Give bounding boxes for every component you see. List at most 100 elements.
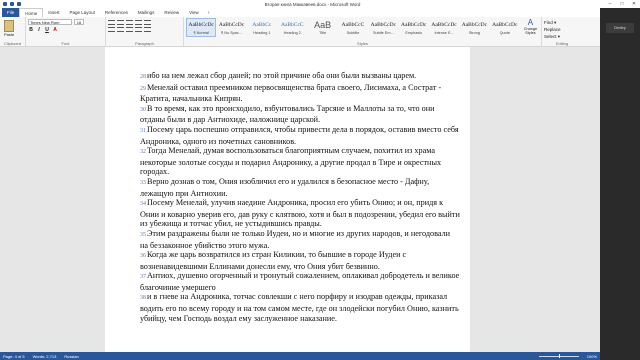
paste-button[interactable]: Paste [4, 32, 23, 37]
style-quote[interactable]: AaBbCcDc Quote [490, 18, 520, 37]
maximize-button[interactable]: □ [616, 1, 628, 7]
verse-36: 36Когда же царь возвратился из стран Кил… [140, 250, 460, 271]
verse-number: 30 [140, 106, 146, 113]
tab-page-layout[interactable]: Page Layout [65, 8, 100, 17]
style-preview: AaBbCcDc [431, 22, 457, 28]
verse-number: 31 [140, 127, 146, 134]
style-name: Title [319, 31, 327, 35]
tab-home[interactable]: Home [19, 8, 44, 17]
style-strong[interactable]: AaBbCcDc Strong [459, 18, 489, 37]
undo-icon[interactable] [10, 2, 14, 6]
zoom-level[interactable]: 100% [587, 354, 597, 359]
clipboard-group: Paste Clipboard [0, 17, 26, 47]
style-heading-1[interactable]: AaBbCc Heading 1 [247, 18, 277, 37]
multilevel-icon[interactable] [126, 20, 133, 25]
close-button[interactable]: ✕ [628, 1, 640, 7]
minimize-button[interactable]: – [604, 1, 616, 7]
style-preview: AaB [314, 20, 332, 30]
verse-number: 35 [140, 231, 146, 238]
verse-number: 33 [140, 179, 146, 186]
align-left-icon[interactable] [108, 27, 115, 32]
paragraph-group-label: Paragraph [135, 41, 154, 46]
verse-37: 37Антиох, душевно огорченный и тронутый … [140, 271, 460, 292]
font-color-button[interactable]: A [52, 27, 58, 33]
style-title[interactable]: AaB Title [307, 18, 337, 37]
word-count[interactable]: Words: 2,713 [33, 354, 57, 359]
verse-text: В то время, как это происходило, взбунто… [140, 103, 435, 125]
verse-number: 29 [140, 85, 146, 92]
style-subtle-emphasis[interactable]: AaBbCcDc Subtle Em... [368, 18, 398, 37]
tab-view[interactable]: View [184, 8, 204, 17]
user-name: Dmitry [606, 23, 634, 33]
style-name: Subtitle [346, 31, 360, 35]
verse-text: Верно дознав о том, Ония изобличил его и… [140, 176, 430, 198]
style-preview: AaBbCcC [280, 22, 304, 28]
document-page[interactable]: 28ибо на нем лежал сбор даней; по этой п… [105, 47, 470, 352]
replace-button[interactable]: Replace [544, 27, 580, 32]
verse-text: Антиох, душевно огорченный и тронутый со… [140, 271, 460, 292]
verse-33: 33Верно дознав о том, Ония изобличил его… [140, 177, 460, 198]
verse-32: 32Тогда Менелай, думая воспользоваться б… [140, 146, 460, 177]
style-intense-emphasis[interactable]: AaBbCcDc Intense E... [429, 18, 459, 37]
verse-text: и в гневе на Андроника, тотчас совлекши … [140, 292, 459, 323]
style-emphasis[interactable]: AaBbCcDc Emphasis [399, 18, 429, 37]
tab-references[interactable]: References [100, 8, 133, 17]
tab-file[interactable]: File [2, 8, 20, 17]
zoom-thumb[interactable] [558, 354, 561, 358]
tab-mailings[interactable]: Mailings [133, 8, 160, 17]
quick-access-toolbar [0, 2, 21, 6]
style-name: Quote [499, 31, 510, 35]
verse-text: Когда же царь возвратился из стран Килик… [140, 250, 407, 271]
bold-button[interactable]: B [28, 27, 34, 33]
font-group-label: Font [61, 41, 70, 46]
save-icon[interactable] [3, 2, 7, 6]
zoom-slider[interactable] [538, 354, 579, 358]
style-subtitle[interactable]: AaBbCcC Subtitle [338, 18, 368, 37]
style-preview: AaBbCcDc [370, 22, 397, 28]
style-name: Intense E... [434, 31, 454, 35]
find-button[interactable]: Find ▾ [544, 20, 580, 26]
style-no-spacing[interactable]: AaBbCcDc ¶ No Spac... [216, 18, 246, 37]
font-group: Times New Rom 16 B I U A Font [26, 17, 106, 47]
style-heading-2[interactable]: AaBbCcC Heading 2 [277, 18, 307, 37]
change-styles-icon: A [527, 18, 534, 27]
justify-icon[interactable] [135, 27, 142, 32]
tell-me-icon[interactable]: ♀ [207, 10, 210, 15]
align-center-icon[interactable] [117, 27, 124, 32]
styles-group: AaBbCcDc ¶ Normal AaBbCcDc ¶ No Spac... Aa… [184, 17, 542, 47]
language[interactable]: Russian [64, 354, 78, 359]
italic-button[interactable]: I [36, 27, 42, 33]
style-name: Heading 1 [253, 31, 271, 35]
verse-38: 38и в гневе на Андроника, тотчас совлекш… [140, 292, 460, 323]
increase-indent-icon[interactable] [144, 20, 151, 25]
title-bar: Вторая книга Маккавеев.docx - Microsoft … [0, 0, 640, 8]
font-name-select[interactable]: Times New Rom [28, 19, 72, 25]
style-preview: AaBbCcDc [461, 22, 488, 28]
select-button[interactable]: Select ▾ [544, 34, 580, 40]
align-right-icon[interactable] [126, 27, 133, 32]
paragraph-group: Paragraph [106, 17, 184, 47]
paste-icon[interactable] [4, 20, 14, 32]
decrease-indent-icon[interactable] [135, 20, 142, 25]
verse-30: 30В то время, как это происходило, взбун… [140, 104, 460, 125]
style-preview: AaBbCcC [341, 22, 365, 28]
verse-text: Этим раздражены были не только Иудеи, но… [140, 228, 451, 250]
verse-text: Посему Менелай, улучив наедине Андроника… [140, 198, 460, 229]
tab-insert[interactable]: Insert [43, 8, 64, 17]
style-name: ¶ Normal [193, 31, 209, 35]
styles-group-label: Styles [357, 41, 368, 46]
bullets-icon[interactable] [108, 20, 115, 25]
underline-button[interactable]: U [44, 27, 50, 33]
numbering-icon[interactable] [117, 20, 124, 25]
line-spacing-icon[interactable] [144, 27, 151, 32]
tab-review[interactable]: Review [159, 8, 184, 17]
window-title: Вторая книга Маккавеев.docx - Microsoft … [264, 1, 361, 7]
page-count[interactable]: Page: 4 of 5 [3, 354, 25, 359]
style-normal[interactable]: AaBbCcDc ¶ Normal [186, 18, 217, 37]
verse-text: Посему царь поспешно отправился, чтобы п… [140, 124, 459, 146]
verse-text: ибо на нем лежал сбор даней; по этой при… [147, 71, 417, 80]
font-size-select[interactable]: 16 [74, 19, 84, 25]
ribbon-tabs: File Home Insert Page Layout References … [0, 8, 640, 17]
document-area: 28ибо на нем лежал сбор даней; по этой п… [0, 47, 600, 352]
style-name: Strong [468, 31, 480, 35]
